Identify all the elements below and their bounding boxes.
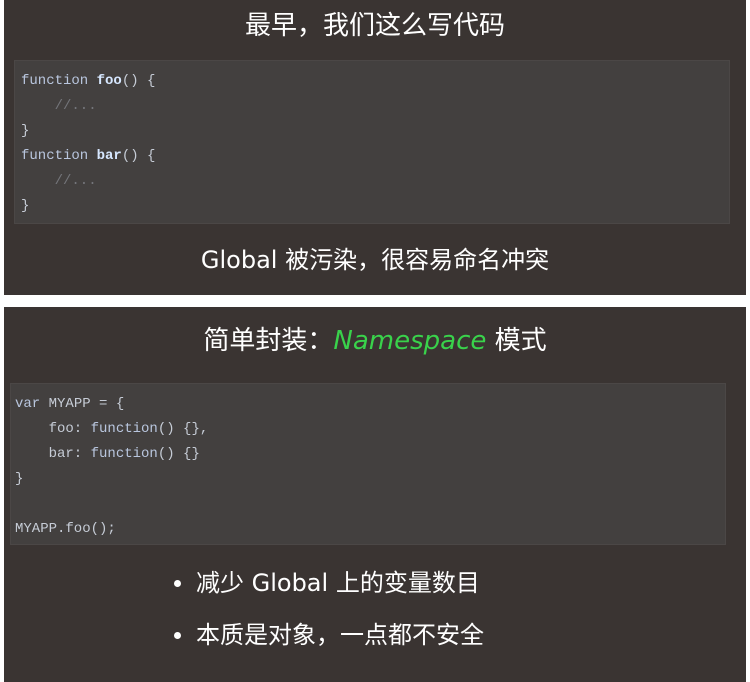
code-property: foo: (15, 421, 91, 437)
code-text: MYAPP = { (40, 396, 125, 412)
bullet-item: 减少 Global 上的变量数目 (172, 565, 484, 617)
code-line: //... (21, 169, 729, 194)
code-property: bar: (15, 446, 91, 462)
code-comment: //... (21, 98, 97, 114)
slide-caption: Global 被污染，很容易命名冲突 (200, 246, 550, 274)
code-line: //... (21, 94, 729, 119)
code-line: bar: function() {} (15, 442, 725, 467)
code-text: MYAPP.foo(); (15, 521, 116, 537)
bullet-item: 本质是对象，一点都不安全 (172, 617, 484, 669)
code-keyword: var (15, 396, 41, 412)
code-text: () {}, (157, 421, 209, 437)
title-highlight: Namespace (333, 326, 487, 356)
code-keyword: function (90, 446, 158, 462)
code-line: } (21, 119, 729, 144)
code-text: () {} (157, 446, 200, 462)
code-text: } (21, 198, 30, 214)
code-text: } (15, 471, 24, 487)
code-function-name: bar (96, 148, 122, 164)
code-line: foo: function() {}, (15, 417, 725, 442)
slide-title: 最早，我们这么写代码 (244, 11, 505, 41)
title-suffix: 模式 (486, 326, 547, 356)
code-line: } (15, 467, 725, 492)
code-keyword: function (21, 73, 89, 89)
code-block: function foo() { //... } function bar() … (14, 60, 730, 224)
slide-title: 简单封装：Namespace 模式 (4, 321, 746, 361)
code-line: function bar() { (21, 144, 729, 169)
slide-namespace-pattern: 简单封装：Namespace 模式 var MYAPP = { foo: fun… (4, 307, 746, 682)
code-text: } (21, 123, 30, 139)
code-line: var MYAPP = { (15, 392, 725, 417)
slide-global-functions: 最早，我们这么写代码 function foo() { //... } func… (4, 0, 746, 295)
code-keyword: function (21, 148, 89, 164)
code-line: } (21, 194, 729, 219)
code-function-name: foo (96, 73, 122, 89)
code-keyword: function (90, 421, 158, 437)
bullet-list: 减少 Global 上的变量数目 本质是对象，一点都不安全 (172, 565, 484, 669)
code-text: () { (121, 148, 156, 164)
code-comment: //... (21, 173, 97, 189)
code-text: () { (121, 73, 156, 89)
code-block: var MYAPP = { foo: function() {}, bar: f… (10, 383, 726, 545)
title-prefix: 简单封装： (203, 326, 334, 356)
code-line: function foo() { (21, 69, 729, 94)
code-line: MYAPP.foo(); (15, 517, 725, 542)
